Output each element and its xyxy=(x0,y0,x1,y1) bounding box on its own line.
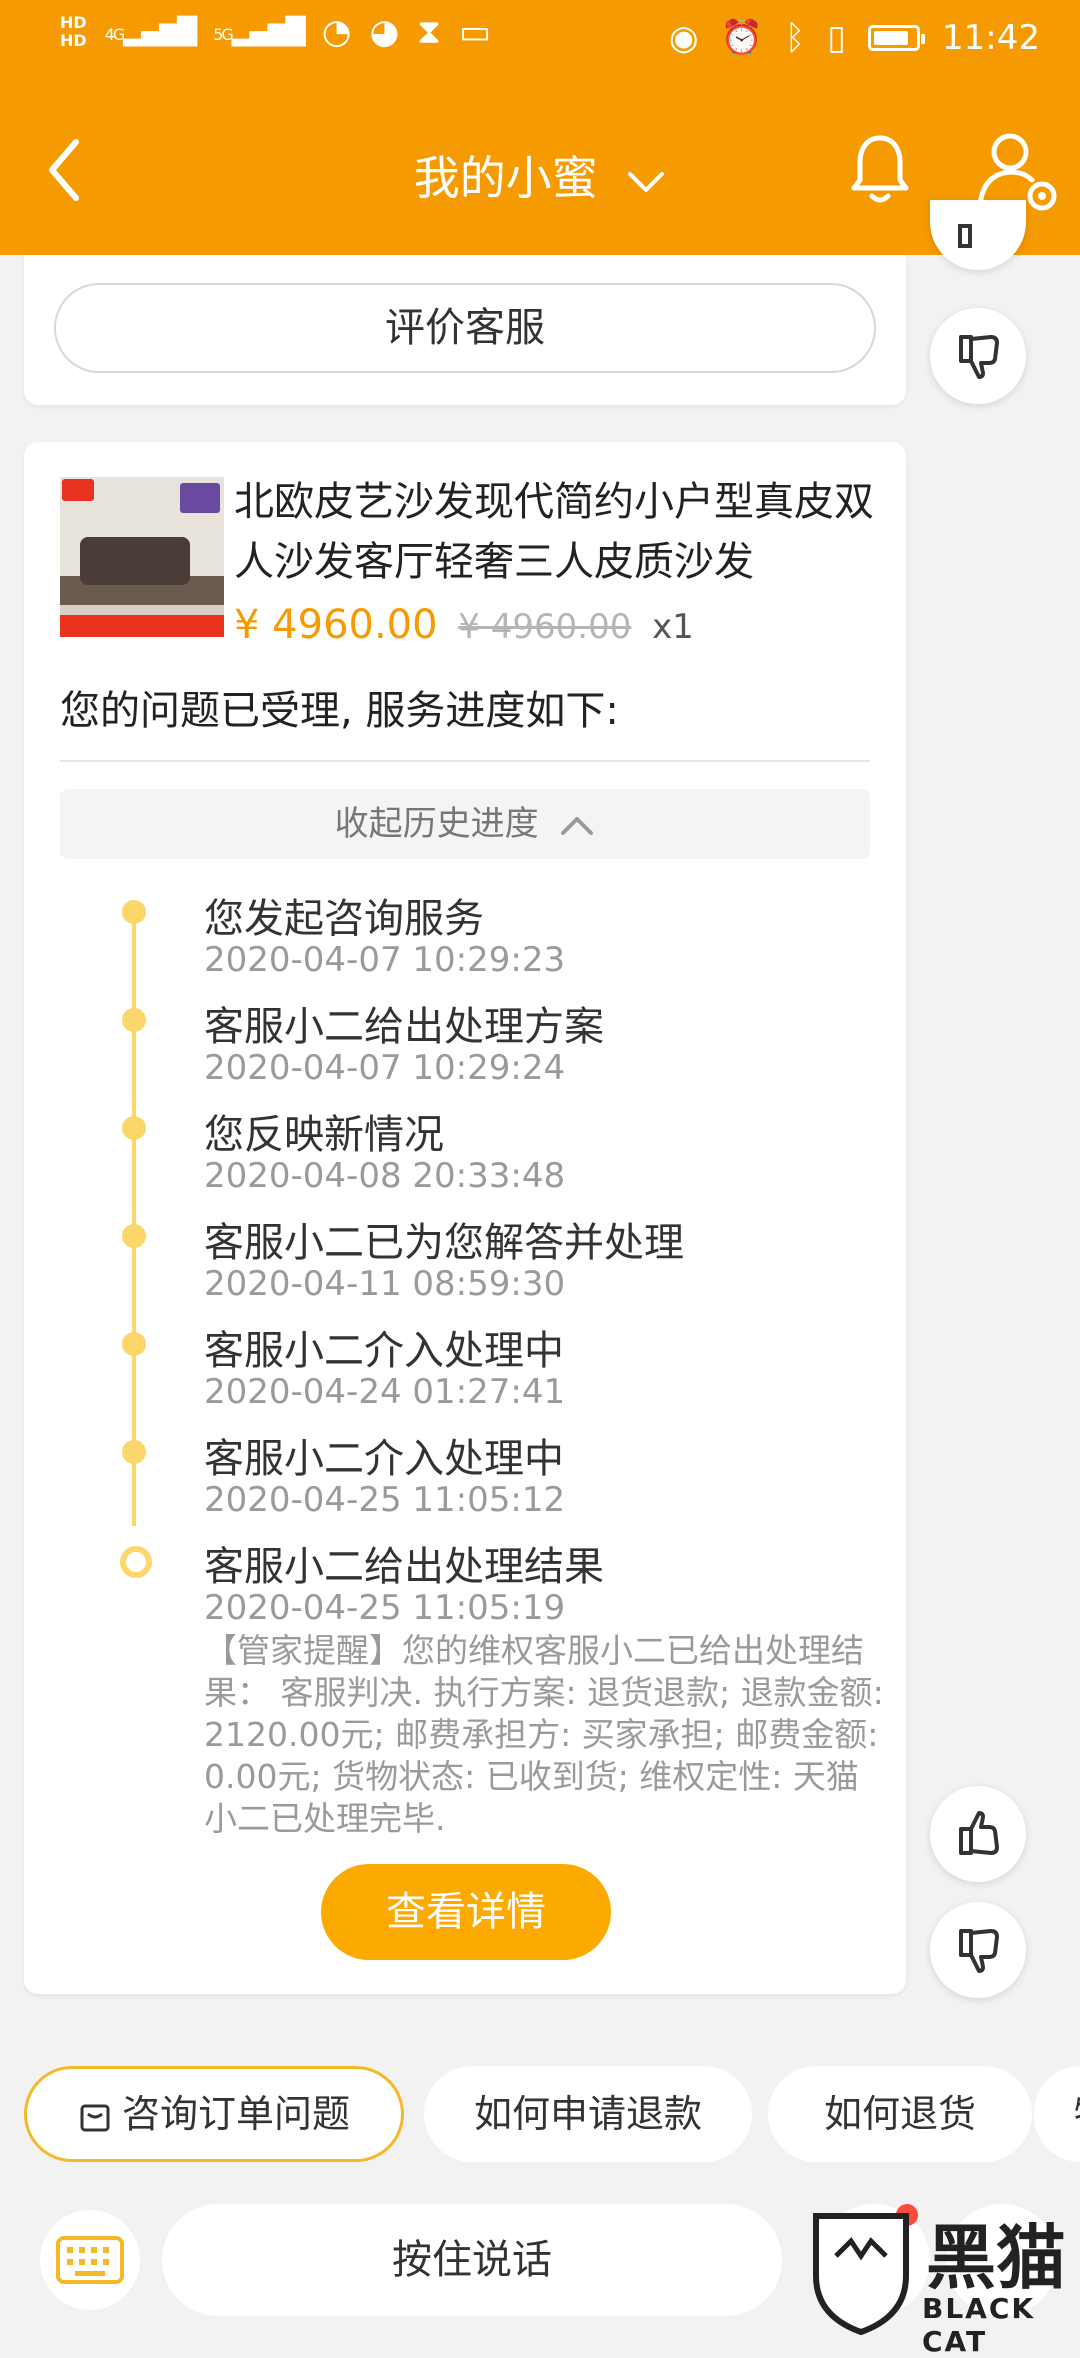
order-icon xyxy=(80,2104,110,2131)
quick-reply-chips: 咨询订单问题 如何申请退款 如何退货 物 xyxy=(0,2066,1080,2166)
thumbs-up-button-top[interactable] xyxy=(930,200,1026,270)
notification-button[interactable] xyxy=(848,130,912,210)
timeline-time: 2020-04-08 20:33:48 xyxy=(204,1156,566,1196)
chevron-down-icon xyxy=(628,171,665,192)
timeline-title: 您反映新情况 xyxy=(204,1112,444,1158)
app-icon-3: ▭ xyxy=(459,12,492,52)
product-price: ¥ 4960.00 xyxy=(234,602,438,648)
divider xyxy=(60,760,870,762)
thumbs-down-button-top[interactable] xyxy=(930,308,1026,404)
thumbs-down-icon xyxy=(959,335,999,379)
timeline-time: 2020-04-07 10:29:24 xyxy=(204,1048,566,1088)
hold-to-talk-button[interactable]: 按住说话 xyxy=(162,2204,782,2316)
sofa-illustration xyxy=(80,537,190,585)
collapse-history-button[interactable]: 收起历史进度 xyxy=(60,789,870,859)
thumbs-up-icon xyxy=(958,224,972,248)
timeline-time: 2020-04-24 01:27:41 xyxy=(204,1372,566,1412)
service-progress-card: 北欧皮艺沙发现代简约小户型真皮双人沙发客厅轻奢三人皮质沙发 ¥ 4960.00 … xyxy=(24,442,906,1994)
chip-label: 咨询订单问题 xyxy=(121,2092,350,2136)
rate-service-button[interactable]: 评价客服 xyxy=(54,283,876,373)
status-bar: HD HD 4G▂▄▆█ 5G▂▄▆█ ◔ ◕ ⧗ ▭ ◉ ⏰ ᛒ ▯ 11:4… xyxy=(0,0,1080,80)
promo-tag xyxy=(180,483,220,513)
previous-message-card: 评价客服 xyxy=(24,255,906,405)
signal-icon: 4G▂▄▆█ xyxy=(104,17,198,47)
keyboard-button[interactable] xyxy=(40,2210,140,2310)
battery-icon xyxy=(868,25,926,51)
timeline-title: 客服小二给出处理方案 xyxy=(204,1004,604,1050)
original-price: ¥ 4960.00 xyxy=(458,607,632,647)
cat-shield-logo xyxy=(813,2213,909,2336)
hd-indicator: HD HD xyxy=(60,14,87,50)
timeline-title: 您发起咨询服务 xyxy=(204,896,484,942)
timeline-title: 客服小二介入处理中 xyxy=(204,1328,564,1374)
chevron-up-icon xyxy=(561,816,594,835)
hd1-label: HD xyxy=(60,13,87,32)
page-title: 我的小蜜 xyxy=(413,151,598,205)
app-icon-2: ◕ xyxy=(369,12,400,52)
bluetooth-icon: ᛒ xyxy=(784,18,806,58)
thumbs-down-icon xyxy=(959,1929,999,1973)
signal-icon-2: 5G▂▄▆█ xyxy=(213,17,306,47)
vibrate-icon: ▯ xyxy=(827,18,847,58)
net1-label: 4G xyxy=(104,25,126,44)
keyboard-icon xyxy=(56,2236,124,2284)
app-header: 我的小蜜 xyxy=(0,80,1080,255)
timeline-dot xyxy=(122,1116,146,1140)
timeline-dot xyxy=(122,1008,146,1032)
view-details-button[interactable]: 查看详情 xyxy=(321,1864,611,1960)
timeline-time: 2020-04-11 08:59:30 xyxy=(204,1264,566,1304)
app-icon-1: ◔ xyxy=(321,12,352,52)
clock: 11:42 xyxy=(942,18,1040,58)
watermark: 黑猫 BLACK CAT xyxy=(806,2196,1080,2358)
watermark-subtext: BLACK CAT xyxy=(922,2292,1036,2358)
alarm-icon: ⏰ xyxy=(720,18,763,58)
eye-icon: ◉ xyxy=(668,18,699,58)
timeline-time: 2020-04-25 11:05:12 xyxy=(204,1480,566,1520)
price-row: ¥ 4960.00 ¥ 4960.00 x1 xyxy=(234,602,694,648)
promo-banner xyxy=(60,615,224,637)
hd2-label: HD xyxy=(60,31,87,50)
accepted-text: 您的问题已受理, 服务进度如下: xyxy=(60,688,619,734)
chip-order-inquiry[interactable]: 咨询订单问题 xyxy=(24,2066,404,2162)
product-image[interactable] xyxy=(60,477,224,637)
timeline-title: 客服小二给出处理结果 xyxy=(204,1544,604,1590)
hourglass-icon: ⧗ xyxy=(417,12,442,52)
timeline-time: 2020-04-07 10:29:23 xyxy=(204,940,566,980)
thumbs-up-icon xyxy=(959,1811,999,1855)
store-logo xyxy=(62,479,94,501)
timeline-dot xyxy=(122,1332,146,1356)
net2-label: 5G xyxy=(213,25,234,44)
timeline-title: 客服小二介入处理中 xyxy=(204,1436,564,1482)
timeline-dot-current xyxy=(120,1546,152,1578)
timeline-dot xyxy=(122,1440,146,1464)
chip-label: 如何退货 xyxy=(823,2092,976,2136)
steward-reminder-text: 【管家提醒】您的维权客服小二已给出处理结果： 客服判决. 执行方案: 退货退款;… xyxy=(204,1631,884,1838)
chip-how-to-return[interactable]: 如何退货 xyxy=(768,2066,1032,2162)
chip-label: 物 xyxy=(1074,2092,1080,2136)
chip-how-to-refund[interactable]: 如何申请退款 xyxy=(424,2066,752,2162)
timeline-dot xyxy=(122,900,146,924)
timeline-time: 2020-04-25 11:05:19 xyxy=(204,1588,566,1628)
thumbs-up-button[interactable] xyxy=(930,1786,1026,1882)
timeline-title: 客服小二已为您解答并处理 xyxy=(204,1220,684,1266)
title-dropdown[interactable]: 我的小蜜 xyxy=(0,142,1080,208)
timeline-dot xyxy=(122,1224,146,1248)
bell-icon xyxy=(851,135,909,203)
collapse-label: 收起历史进度 xyxy=(334,804,539,844)
thumbs-down-button[interactable] xyxy=(930,1902,1026,1998)
timeline-line xyxy=(132,912,136,1526)
product-quantity: x1 xyxy=(652,607,694,647)
chip-label: 如何申请退款 xyxy=(473,2092,702,2136)
watermark-text: 黑猫 xyxy=(926,2217,1066,2299)
chip-partial[interactable]: 物 xyxy=(1034,2066,1080,2162)
product-title[interactable]: 北欧皮艺沙发现代简约小户型真皮双人沙发客厅轻奢三人皮质沙发 xyxy=(234,472,884,592)
